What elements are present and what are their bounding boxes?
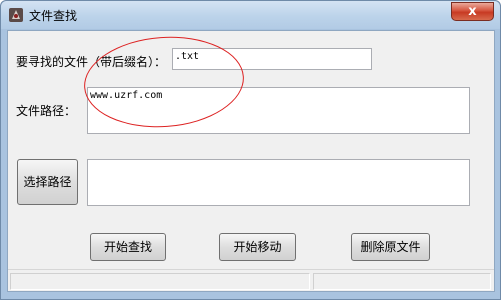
start-search-button[interactable]: 开始查找 <box>90 233 166 261</box>
choose-path-button[interactable]: 选择路径 <box>17 159 78 205</box>
app-icon <box>9 8 23 22</box>
selected-path-textarea[interactable] <box>87 159 470 206</box>
status-bar <box>8 269 494 291</box>
status-pane-right <box>313 273 491 290</box>
close-icon: x <box>468 4 477 19</box>
delete-original-button[interactable]: 删除原文件 <box>351 233 430 261</box>
start-move-button[interactable]: 开始移动 <box>219 233 296 261</box>
window-title: 文件查找 <box>29 9 78 23</box>
path-label: 文件路径： <box>16 104 77 118</box>
status-pane-left <box>10 273 310 290</box>
title-bar[interactable]: 文件查找 x <box>1 1 500 29</box>
app-window: 文件查找 x 要寻找的文件（带后缀名）： .txt 文件路径： www.uzrf… <box>0 0 501 300</box>
client-area: 要寻找的文件（带后缀名）： .txt 文件路径： www.uzrf.com 选择… <box>7 30 495 292</box>
close-button[interactable]: x <box>451 2 494 21</box>
